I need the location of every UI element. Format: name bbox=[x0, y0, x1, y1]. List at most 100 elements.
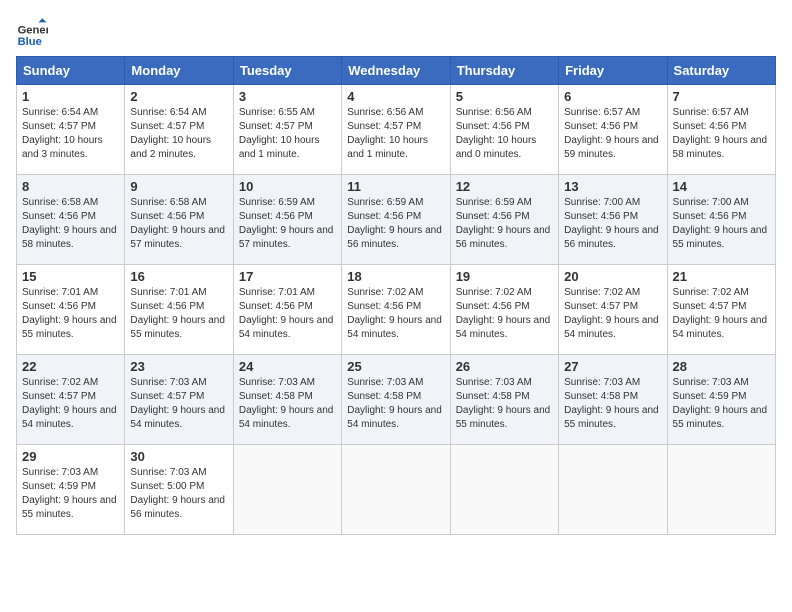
day-info: Sunrise: 7:02 AMSunset: 4:57 PMDaylight:… bbox=[564, 287, 659, 340]
week-row-1: 1 Sunrise: 6:54 AMSunset: 4:57 PMDayligh… bbox=[17, 85, 776, 175]
day-info: Sunrise: 7:03 AMSunset: 4:59 PMDaylight:… bbox=[22, 467, 117, 520]
day-info: Sunrise: 7:01 AMSunset: 4:56 PMDaylight:… bbox=[130, 287, 225, 340]
calendar-cell: 19 Sunrise: 7:02 AMSunset: 4:56 PMDaylig… bbox=[450, 265, 558, 355]
calendar-cell: 29 Sunrise: 7:03 AMSunset: 4:59 PMDaylig… bbox=[17, 445, 125, 535]
day-number: 6 bbox=[564, 89, 661, 104]
day-number: 18 bbox=[347, 269, 444, 284]
day-number: 24 bbox=[239, 359, 336, 374]
calendar-cell: 9 Sunrise: 6:58 AMSunset: 4:56 PMDayligh… bbox=[125, 175, 233, 265]
logo: General Blue bbox=[16, 16, 52, 48]
day-number: 8 bbox=[22, 179, 119, 194]
day-info: Sunrise: 7:03 AMSunset: 5:00 PMDaylight:… bbox=[130, 467, 225, 520]
day-info: Sunrise: 7:03 AMSunset: 4:57 PMDaylight:… bbox=[130, 377, 225, 430]
calendar-cell: 28 Sunrise: 7:03 AMSunset: 4:59 PMDaylig… bbox=[667, 355, 775, 445]
day-number: 12 bbox=[456, 179, 553, 194]
week-row-2: 8 Sunrise: 6:58 AMSunset: 4:56 PMDayligh… bbox=[17, 175, 776, 265]
day-number: 30 bbox=[130, 449, 227, 464]
day-info: Sunrise: 6:57 AMSunset: 4:56 PMDaylight:… bbox=[564, 107, 659, 160]
day-number: 11 bbox=[347, 179, 444, 194]
day-info: Sunrise: 7:03 AMSunset: 4:58 PMDaylight:… bbox=[564, 377, 659, 430]
day-info: Sunrise: 7:03 AMSunset: 4:59 PMDaylight:… bbox=[673, 377, 768, 430]
calendar-cell: 18 Sunrise: 7:02 AMSunset: 4:56 PMDaylig… bbox=[342, 265, 450, 355]
day-info: Sunrise: 6:59 AMSunset: 4:56 PMDaylight:… bbox=[347, 197, 442, 250]
calendar-cell: 5 Sunrise: 6:56 AMSunset: 4:56 PMDayligh… bbox=[450, 85, 558, 175]
day-info: Sunrise: 7:00 AMSunset: 4:56 PMDaylight:… bbox=[564, 197, 659, 250]
day-number: 5 bbox=[456, 89, 553, 104]
calendar-cell: 14 Sunrise: 7:00 AMSunset: 4:56 PMDaylig… bbox=[667, 175, 775, 265]
header-thursday: Thursday bbox=[450, 57, 558, 85]
day-info: Sunrise: 6:59 AMSunset: 4:56 PMDaylight:… bbox=[239, 197, 334, 250]
day-number: 26 bbox=[456, 359, 553, 374]
day-number: 16 bbox=[130, 269, 227, 284]
calendar-cell: 24 Sunrise: 7:03 AMSunset: 4:58 PMDaylig… bbox=[233, 355, 341, 445]
calendar-cell: 17 Sunrise: 7:01 AMSunset: 4:56 PMDaylig… bbox=[233, 265, 341, 355]
day-info: Sunrise: 6:59 AMSunset: 4:56 PMDaylight:… bbox=[456, 197, 551, 250]
day-number: 19 bbox=[456, 269, 553, 284]
calendar-cell: 30 Sunrise: 7:03 AMSunset: 5:00 PMDaylig… bbox=[125, 445, 233, 535]
day-info: Sunrise: 6:58 AMSunset: 4:56 PMDaylight:… bbox=[130, 197, 225, 250]
header-tuesday: Tuesday bbox=[233, 57, 341, 85]
day-number: 25 bbox=[347, 359, 444, 374]
day-info: Sunrise: 6:56 AMSunset: 4:57 PMDaylight:… bbox=[347, 107, 428, 160]
calendar-cell: 22 Sunrise: 7:02 AMSunset: 4:57 PMDaylig… bbox=[17, 355, 125, 445]
header-saturday: Saturday bbox=[667, 57, 775, 85]
day-number: 28 bbox=[673, 359, 770, 374]
header-monday: Monday bbox=[125, 57, 233, 85]
week-row-3: 15 Sunrise: 7:01 AMSunset: 4:56 PMDaylig… bbox=[17, 265, 776, 355]
logo-icon: General Blue bbox=[16, 16, 48, 48]
calendar-cell: 16 Sunrise: 7:01 AMSunset: 4:56 PMDaylig… bbox=[125, 265, 233, 355]
day-info: Sunrise: 7:03 AMSunset: 4:58 PMDaylight:… bbox=[456, 377, 551, 430]
day-info: Sunrise: 7:00 AMSunset: 4:56 PMDaylight:… bbox=[673, 197, 768, 250]
header-friday: Friday bbox=[559, 57, 667, 85]
day-number: 4 bbox=[347, 89, 444, 104]
day-info: Sunrise: 6:54 AMSunset: 4:57 PMDaylight:… bbox=[22, 107, 103, 160]
calendar-cell: 6 Sunrise: 6:57 AMSunset: 4:56 PMDayligh… bbox=[559, 85, 667, 175]
day-number: 29 bbox=[22, 449, 119, 464]
calendar-cell: 7 Sunrise: 6:57 AMSunset: 4:56 PMDayligh… bbox=[667, 85, 775, 175]
day-info: Sunrise: 7:02 AMSunset: 4:57 PMDaylight:… bbox=[673, 287, 768, 340]
calendar-cell: 10 Sunrise: 6:59 AMSunset: 4:56 PMDaylig… bbox=[233, 175, 341, 265]
calendar-cell: 15 Sunrise: 7:01 AMSunset: 4:56 PMDaylig… bbox=[17, 265, 125, 355]
calendar-table: Sunday Monday Tuesday Wednesday Thursday… bbox=[16, 56, 776, 535]
calendar-cell bbox=[559, 445, 667, 535]
calendar-cell: 11 Sunrise: 6:59 AMSunset: 4:56 PMDaylig… bbox=[342, 175, 450, 265]
svg-text:Blue: Blue bbox=[18, 36, 42, 48]
calendar-cell: 27 Sunrise: 7:03 AMSunset: 4:58 PMDaylig… bbox=[559, 355, 667, 445]
day-info: Sunrise: 7:03 AMSunset: 4:58 PMDaylight:… bbox=[239, 377, 334, 430]
header-sunday: Sunday bbox=[17, 57, 125, 85]
calendar-cell: 26 Sunrise: 7:03 AMSunset: 4:58 PMDaylig… bbox=[450, 355, 558, 445]
week-row-5: 29 Sunrise: 7:03 AMSunset: 4:59 PMDaylig… bbox=[17, 445, 776, 535]
day-number: 15 bbox=[22, 269, 119, 284]
calendar-cell: 13 Sunrise: 7:00 AMSunset: 4:56 PMDaylig… bbox=[559, 175, 667, 265]
calendar-cell: 23 Sunrise: 7:03 AMSunset: 4:57 PMDaylig… bbox=[125, 355, 233, 445]
day-info: Sunrise: 7:02 AMSunset: 4:57 PMDaylight:… bbox=[22, 377, 117, 430]
day-info: Sunrise: 6:58 AMSunset: 4:56 PMDaylight:… bbox=[22, 197, 117, 250]
day-info: Sunrise: 7:02 AMSunset: 4:56 PMDaylight:… bbox=[456, 287, 551, 340]
day-info: Sunrise: 6:55 AMSunset: 4:57 PMDaylight:… bbox=[239, 107, 320, 160]
day-number: 9 bbox=[130, 179, 227, 194]
calendar-cell bbox=[667, 445, 775, 535]
day-info: Sunrise: 7:01 AMSunset: 4:56 PMDaylight:… bbox=[22, 287, 117, 340]
calendar-cell: 12 Sunrise: 6:59 AMSunset: 4:56 PMDaylig… bbox=[450, 175, 558, 265]
day-number: 20 bbox=[564, 269, 661, 284]
day-number: 3 bbox=[239, 89, 336, 104]
calendar-cell bbox=[450, 445, 558, 535]
calendar-cell: 21 Sunrise: 7:02 AMSunset: 4:57 PMDaylig… bbox=[667, 265, 775, 355]
day-info: Sunrise: 6:54 AMSunset: 4:57 PMDaylight:… bbox=[130, 107, 211, 160]
day-number: 1 bbox=[22, 89, 119, 104]
calendar-cell: 4 Sunrise: 6:56 AMSunset: 4:57 PMDayligh… bbox=[342, 85, 450, 175]
day-number: 27 bbox=[564, 359, 661, 374]
calendar-cell bbox=[342, 445, 450, 535]
day-number: 10 bbox=[239, 179, 336, 194]
header-wednesday: Wednesday bbox=[342, 57, 450, 85]
weekday-header-row: Sunday Monday Tuesday Wednesday Thursday… bbox=[17, 57, 776, 85]
calendar-cell: 1 Sunrise: 6:54 AMSunset: 4:57 PMDayligh… bbox=[17, 85, 125, 175]
calendar-cell: 2 Sunrise: 6:54 AMSunset: 4:57 PMDayligh… bbox=[125, 85, 233, 175]
calendar-cell bbox=[233, 445, 341, 535]
day-info: Sunrise: 6:56 AMSunset: 4:56 PMDaylight:… bbox=[456, 107, 537, 160]
day-number: 7 bbox=[673, 89, 770, 104]
day-number: 21 bbox=[673, 269, 770, 284]
calendar-cell: 3 Sunrise: 6:55 AMSunset: 4:57 PMDayligh… bbox=[233, 85, 341, 175]
day-number: 14 bbox=[673, 179, 770, 194]
day-number: 22 bbox=[22, 359, 119, 374]
